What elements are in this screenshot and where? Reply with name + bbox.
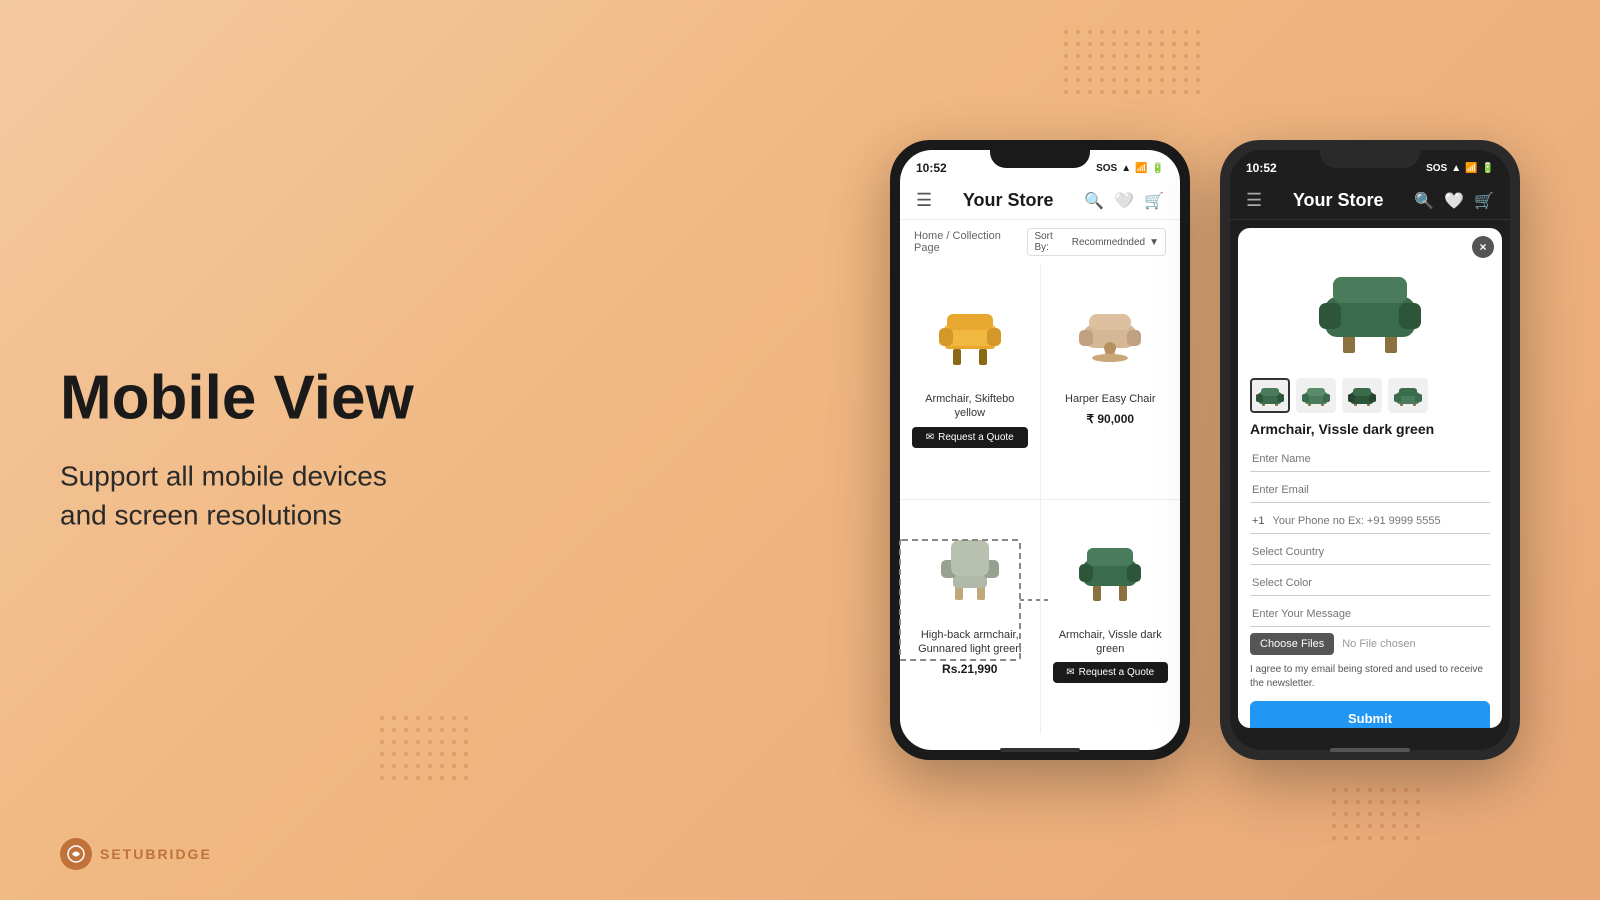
phone-1-time: 10:52 [916,161,947,175]
thumbnail-row [1250,378,1490,413]
cart-icon-2[interactable]: 🛒 [1474,191,1494,211]
product-image-3 [912,512,1028,622]
phone-2-nav-icons: 🔍 🤍 🛒 [1414,191,1494,211]
email-icon: ✉ [926,432,934,443]
wishlist-icon[interactable]: 🤍 [1114,191,1134,211]
search-icon-2[interactable]: 🔍 [1414,191,1434,211]
thumbnail-1[interactable] [1250,378,1290,413]
phone-2-home-indicator [1330,748,1410,752]
file-upload-row: Choose Files No File chosen [1250,633,1490,655]
page-title: Mobile View [60,365,540,433]
submit-button[interactable]: Submit [1250,701,1490,728]
product-modal: × [1238,228,1502,728]
phone-1-notch [990,140,1090,168]
product-name-3: High-back armchair, Gunnared light green [912,628,1028,657]
product-card-2: Harper Easy Chair ₹ 90,000 [1041,264,1181,499]
email-icon-4: ✉ [1066,667,1074,678]
modal-close-button[interactable]: × [1472,236,1494,258]
color-input[interactable] [1250,571,1490,596]
product-detail-image [1250,240,1490,370]
phone-2-time: 10:52 [1246,161,1277,175]
phone-1-breadcrumb: Home / Collection Page Sort By: Recommed… [900,220,1180,264]
email-input[interactable] [1250,478,1490,503]
phone-code: +1 [1250,509,1271,533]
left-section: Mobile View Support all mobile devices a… [60,365,540,536]
hamburger-icon[interactable]: ☰ [916,190,932,211]
setubridge-logo: SETUBRIDGE [60,838,212,870]
thumbnail-3[interactable] [1342,378,1382,413]
thumbnail-4[interactable] [1388,378,1428,413]
modal-product-title: Armchair, Vissle dark green [1250,421,1490,437]
phone-1-status-icons: SOS ▲ 📶 🔋 [1096,163,1164,174]
phone-input-row: +1 [1250,509,1490,534]
phones-container: 10:52 SOS ▲ 📶 🔋 ☰ Your Store 🔍 🤍 🛒 [890,140,1520,760]
product-image-4 [1053,512,1169,622]
name-input[interactable] [1250,447,1490,472]
wishlist-icon-2[interactable]: 🤍 [1444,191,1464,211]
hamburger-icon-2[interactable]: ☰ [1246,190,1262,211]
phone-1-home-indicator [1000,748,1080,752]
phone-1-screen: 10:52 SOS ▲ 📶 🔋 ☰ Your Store 🔍 🤍 🛒 [900,150,1180,750]
country-input[interactable] [1250,540,1490,565]
request-quote-btn-4[interactable]: ✉ Request a Quote [1053,662,1169,683]
product-price-2: ₹ 90,000 [1086,412,1134,426]
product-image-2 [1053,276,1169,386]
search-icon[interactable]: 🔍 [1084,191,1104,211]
phone-2-status-icons: SOS ▲ 📶 🔋 [1426,163,1494,174]
phone-2-store-name: Your Store [1293,190,1384,211]
phone-2-navbar: ☰ Your Store 🔍 🤍 🛒 [1230,182,1510,220]
dot-pattern-top [1064,30,1200,94]
thumbnail-2[interactable] [1296,378,1336,413]
product-card-3: High-back armchair, Gunnared light green… [900,500,1040,735]
product-grid: Armchair, Skiftebo yellow ✉ Request a Qu… [900,264,1180,734]
phone-2-notch [1320,140,1420,168]
phone-input[interactable] [1271,509,1490,533]
consent-text: I agree to my email being stored and use… [1250,663,1490,691]
phone-2: 10:52 SOS ▲ 📶 🔋 ☰ Your Store 🔍 🤍 🛒 [1220,140,1520,760]
sort-dropdown[interactable]: Sort By: Recommednded ▼ [1027,228,1166,256]
phone-1-store-name: Your Store [963,190,1054,211]
product-card-1: Armchair, Skiftebo yellow ✉ Request a Qu… [900,264,1040,499]
product-name-2: Harper Easy Chair [1065,392,1155,406]
choose-files-button[interactable]: Choose Files [1250,633,1334,655]
cart-icon[interactable]: 🛒 [1144,191,1164,211]
phone-1: 10:52 SOS ▲ 📶 🔋 ☰ Your Store 🔍 🤍 🛒 [890,140,1190,760]
product-card-4: Armchair, Vissle dark green ✉ Request a … [1041,500,1181,735]
phone-2-screen: 10:52 SOS ▲ 📶 🔋 ☰ Your Store 🔍 🤍 🛒 [1230,150,1510,750]
message-input[interactable] [1250,602,1490,627]
phone-1-navbar: ☰ Your Store 🔍 🤍 🛒 [900,182,1180,220]
logo-icon [60,838,92,870]
dot-pattern-bottom-left [380,716,468,780]
product-name-4: Armchair, Vissle dark green [1053,628,1169,657]
phone-1-nav-icons: 🔍 🤍 🛒 [1084,191,1164,211]
request-quote-btn-1[interactable]: ✉ Request a Quote [912,427,1028,448]
no-file-label: No File chosen [1342,638,1415,650]
dot-pattern-bottom-right [1332,788,1420,840]
product-image-1 [912,276,1028,386]
product-price-3: Rs.21,990 [942,662,997,676]
page-subtitle: Support all mobile devices and screen re… [60,457,540,535]
product-name-1: Armchair, Skiftebo yellow [912,392,1028,421]
logo-text: SETUBRIDGE [100,846,212,862]
